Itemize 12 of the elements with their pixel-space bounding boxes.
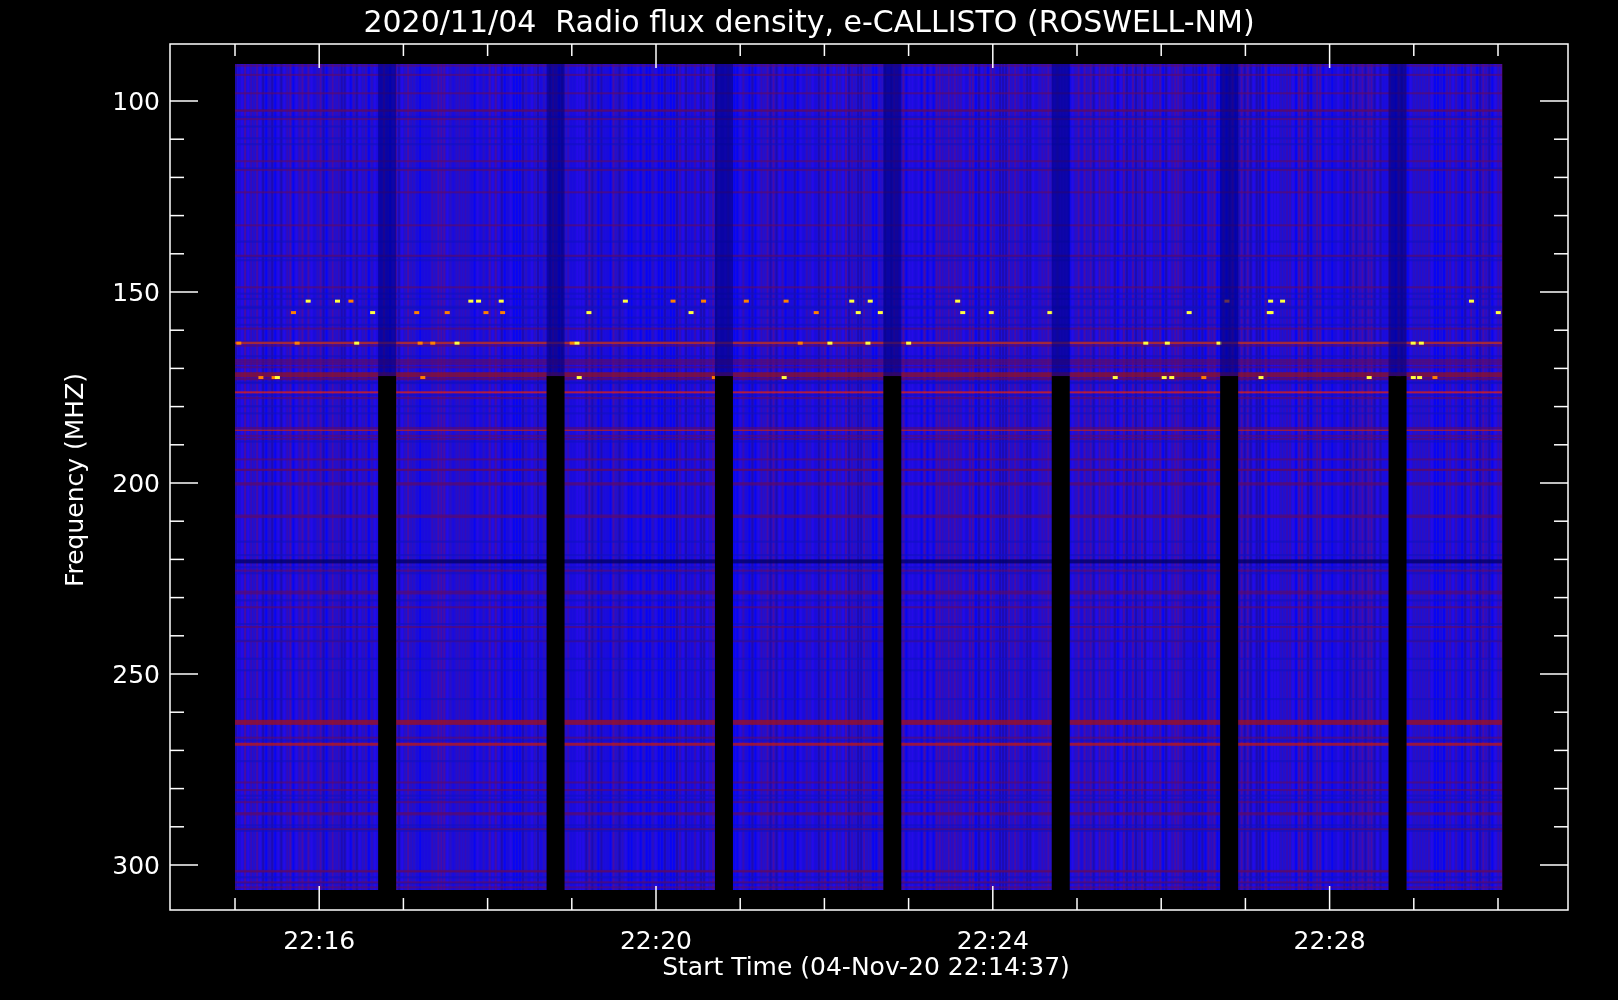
y-tick-label: 300 xyxy=(112,851,160,880)
chart-title: 2020/11/04 Radio flux density, e-CALLISTO (ROSWELL-NM) xyxy=(363,4,1255,39)
x-tick-label: 22:28 xyxy=(1293,926,1366,955)
y-axis-label: Frequency (MHZ) xyxy=(60,372,89,588)
x-tick-label: 22:24 xyxy=(956,926,1029,955)
y-tick-label: 200 xyxy=(112,469,160,498)
x-tick-label: 22:16 xyxy=(283,926,356,955)
x-tick-label: 22:20 xyxy=(620,926,692,955)
y-tick-label: 150 xyxy=(112,278,160,307)
y-tick-label: 250 xyxy=(112,660,160,689)
x-axis-label: Start Time (04-Nov-20 22:14:37) xyxy=(662,952,1070,981)
y-tick-label: 100 xyxy=(112,87,160,116)
